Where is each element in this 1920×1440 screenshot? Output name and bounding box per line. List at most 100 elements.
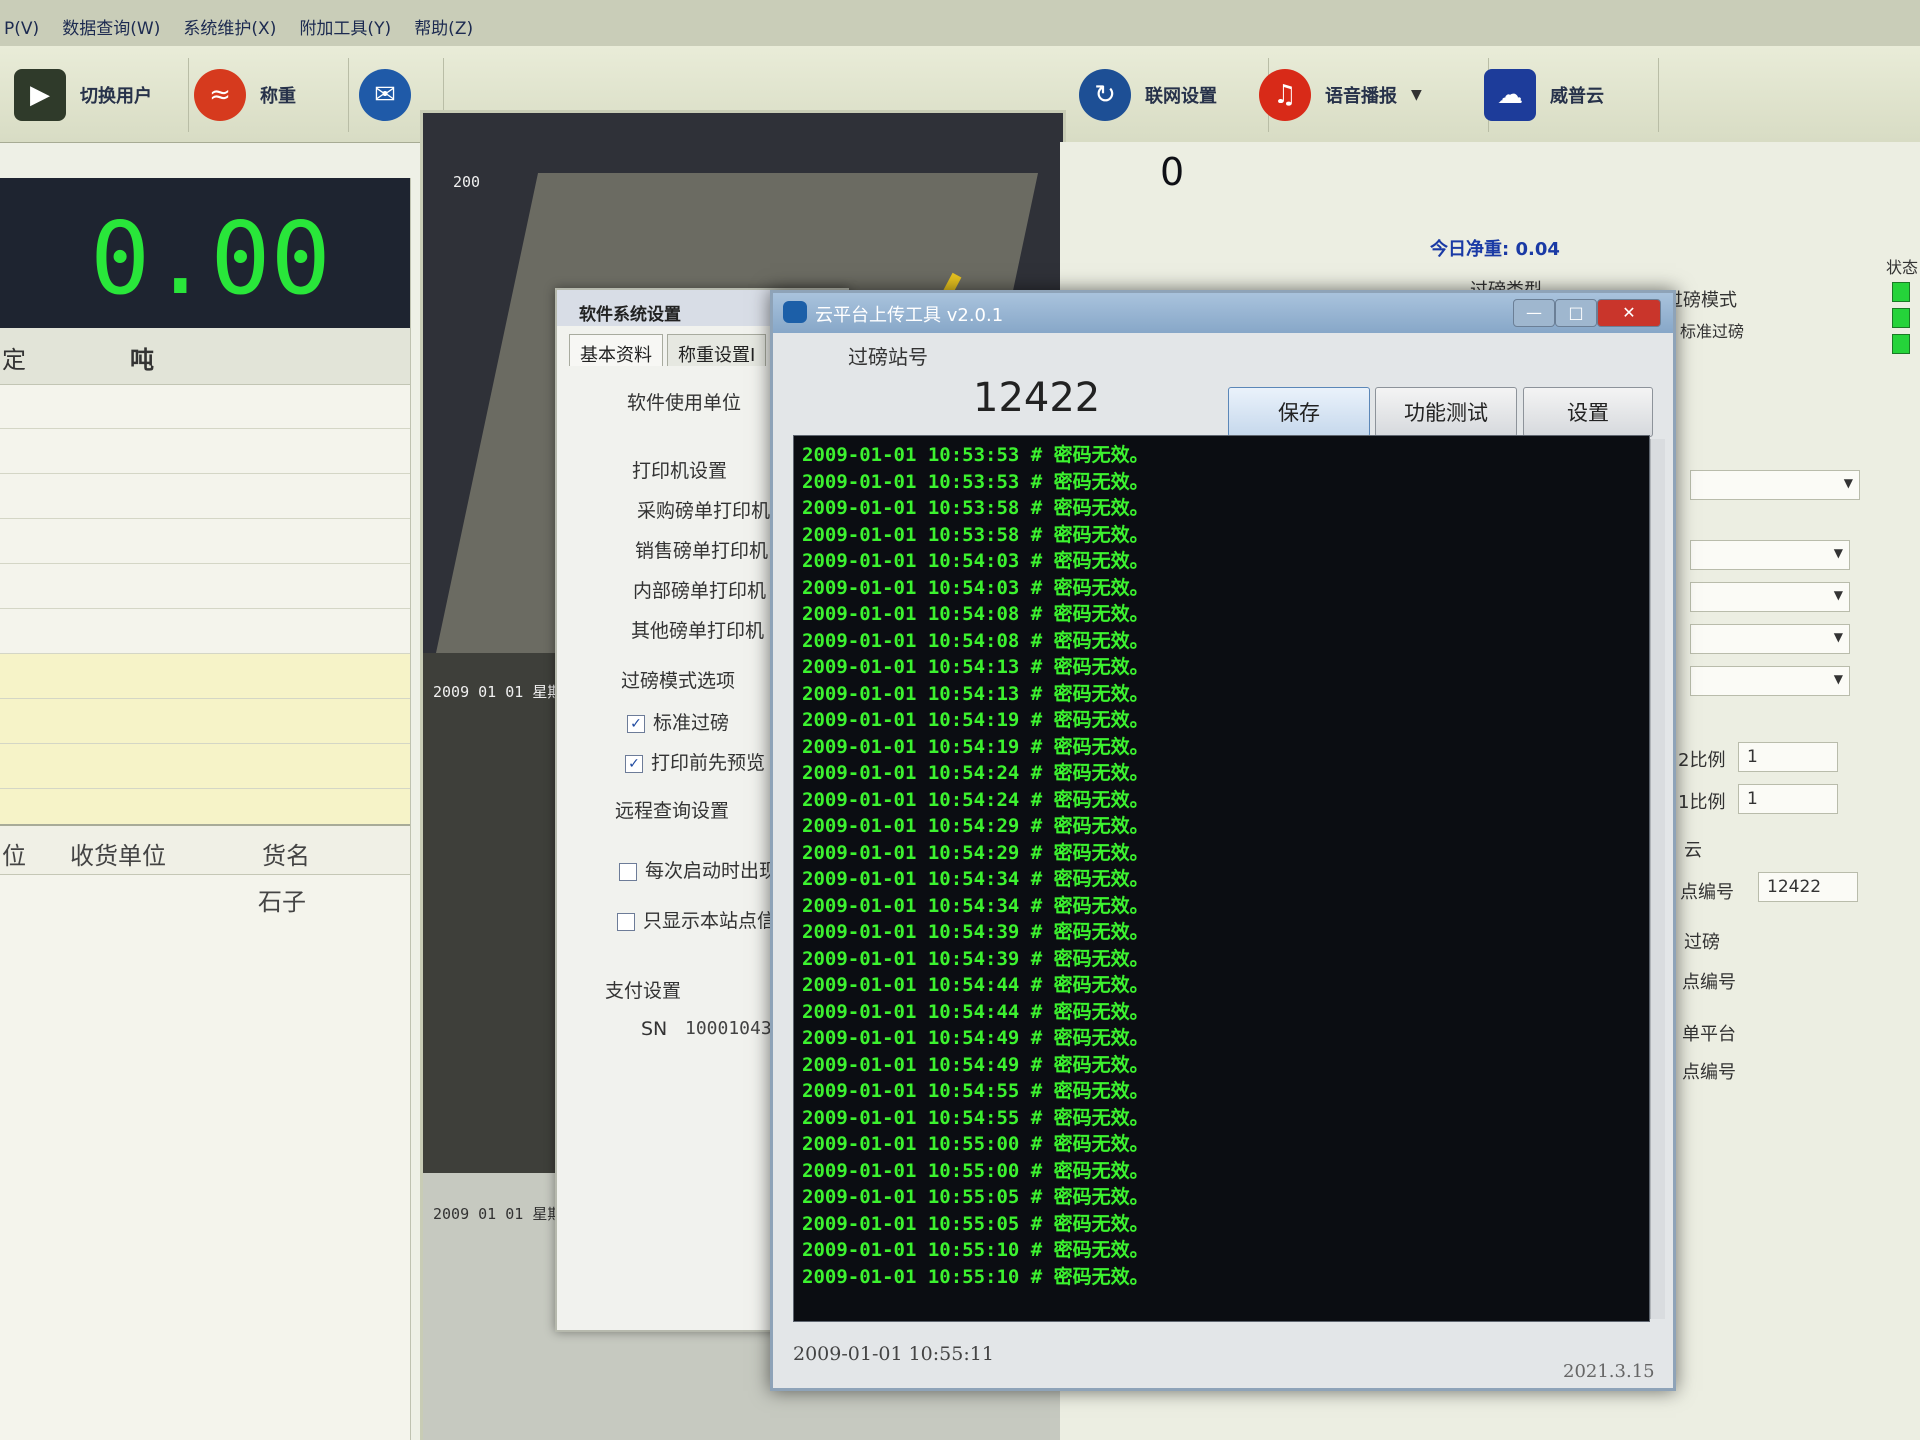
log-line: 2009-01-01 10:55:05 # 密码无效。	[802, 1186, 1149, 1208]
weigh-label: 称重	[260, 86, 296, 107]
chevron-down-icon: ▼	[1833, 672, 1843, 686]
menu-item-maintenance[interactable]: 系统维护(X)	[183, 14, 276, 39]
only-this-station-checkbox[interactable]: 只显示本站点信	[617, 906, 776, 933]
desktop-screen: P(V) 数据查询(W) 系统维护(X) 附加工具(Y) 帮助(Z) ▶ 切换用…	[0, 0, 1920, 1440]
table-cell-goods[interactable]: 石子	[258, 882, 306, 917]
network-settings-label: 联网设置	[1145, 86, 1217, 107]
log-line: 2009-01-01 10:54:13 # 密码无效。	[802, 682, 1149, 705]
minimize-button[interactable]: —	[1513, 299, 1555, 327]
log-line: 2009-01-01 10:53:58 # 密码无效。	[802, 497, 1149, 519]
upload-log: 2009-01-01 10:53:53 # 密码无效。 2009-01-01 10…	[793, 435, 1650, 1322]
cloud-upload-window: 云平台上传工具 v2.0.1 — □ ✕ 过磅站号 12422 保存 功能测试 …	[770, 290, 1676, 1391]
unit-setting-label: 软件使用单位	[627, 392, 742, 414]
chevron-down-icon: ▼	[1833, 546, 1843, 560]
log-line: 2009-01-01 10:54:49 # 密码无效。	[802, 1027, 1149, 1049]
checkbox-checked-icon: ✓	[627, 714, 645, 733]
log-line: 2009-01-01 10:55:10 # 密码无效。	[802, 1265, 1149, 1288]
col-header-goods[interactable]: 货名	[262, 836, 310, 871]
show-on-start-checkbox[interactable]: 每次启动时出现	[619, 856, 778, 883]
network-settings-button[interactable]: ↻ 联网设置	[1065, 58, 1269, 132]
left-panel: 0.00 定 吨 位 收货单位 货名 石子	[0, 178, 411, 1440]
switch-user-label: 切换用户	[80, 86, 152, 107]
checkbox-icon	[617, 912, 635, 931]
log-line: 2009-01-01 10:54:39 # 密码无效。	[802, 947, 1149, 970]
log-line: 2009-01-01 10:55:00 # 密码无效。	[802, 1159, 1149, 1182]
right-big-value: 0	[1160, 150, 1185, 194]
speaker-icon: ♫	[1259, 69, 1311, 121]
col-header-unit[interactable]: 位	[2, 836, 26, 871]
dropdown-4[interactable]: ▼	[1690, 624, 1850, 654]
print-preview-checkbox[interactable]: ✓ 打印前先预览	[625, 748, 765, 775]
point-no-label-2: 点编号	[1682, 1062, 1736, 1083]
save-button[interactable]: 保存	[1228, 387, 1370, 437]
status-label: 状态	[1886, 258, 1919, 277]
station-value[interactable]: 12422	[973, 375, 1100, 421]
log-line: 2009-01-01 10:53:53 # 密码无效。	[802, 444, 1149, 466]
dropdown-3[interactable]: ▼	[1690, 582, 1850, 612]
maximize-button[interactable]: □	[1555, 299, 1597, 327]
weigh-icon: ≈	[194, 69, 246, 121]
checkbox-checked-icon: ✓	[625, 754, 643, 773]
standard-weigh-radio[interactable]: 标准过磅	[1680, 318, 1744, 342]
ratio1-label: 1比例	[1678, 792, 1726, 813]
weigh-button[interactable]: ≈ 称重	[180, 58, 349, 132]
sn-value[interactable]: 10001043C	[685, 1018, 783, 1039]
col-header-receiver[interactable]: 收货单位	[70, 836, 166, 871]
weigh-section-label: 过磅	[1684, 932, 1720, 953]
menu-item-query[interactable]: 数据查询(W)	[62, 14, 160, 39]
status-led-1	[1892, 282, 1910, 302]
weight-display: 0.00	[0, 178, 410, 328]
log-line: 2009-01-01 10:54:55 # 密码无效。	[802, 1106, 1149, 1129]
log-line: 2009-01-01 10:53:53 # 密码无效。	[802, 470, 1149, 493]
tab-basic[interactable]: 基本资料	[569, 334, 663, 366]
tab-weigh[interactable]: 称重设置I	[667, 334, 767, 366]
cloud-window-title: 云平台上传工具 v2.0.1	[815, 305, 1004, 326]
menu-item-help[interactable]: 帮助(Z)	[414, 14, 473, 39]
dropdown-2[interactable]: ▼	[1690, 540, 1850, 570]
cloud-section-label: 云	[1684, 840, 1702, 861]
menu-item-tools[interactable]: 附加工具(Y)	[299, 14, 391, 39]
log-scrollbar[interactable]	[1650, 439, 1665, 1319]
station-no-input[interactable]: 12422	[1758, 872, 1858, 902]
print-preview-label: 打印前先预览	[651, 752, 766, 774]
cloud-button[interactable]: ☁ 威普云	[1470, 58, 1659, 132]
status-led-2	[1892, 308, 1910, 328]
standard-weigh-checkbox[interactable]: ✓ 标准过磅	[627, 708, 729, 735]
show-on-start-label: 每次启动时出现	[645, 860, 779, 882]
cloud-label: 威普云	[1550, 86, 1604, 107]
log-line: 2009-01-01 10:54:55 # 密码无效。	[802, 1080, 1149, 1102]
log-line: 2009-01-01 10:54:44 # 密码无效。	[802, 974, 1149, 996]
chevron-down-icon[interactable]: ▼	[1411, 87, 1422, 103]
printer-settings-label: 打印机设置	[632, 460, 728, 482]
voice-broadcast-button[interactable]: ♫ 语音播报 ▼	[1245, 58, 1489, 132]
log-line: 2009-01-01 10:54:19 # 密码无效。	[802, 735, 1149, 758]
cloud-window-titlebar[interactable]: 云平台上传工具 v2.0.1 — □ ✕	[773, 293, 1673, 333]
sn-label: SN	[641, 1018, 668, 1040]
chevron-down-icon: ▼	[1833, 630, 1843, 644]
chevron-down-icon: ▼	[1833, 588, 1843, 602]
log-line: 2009-01-01 10:55:00 # 密码无效。	[802, 1133, 1149, 1155]
dropdown-5[interactable]: ▼	[1690, 666, 1850, 696]
purchase-printer-label: 采购磅单打印机	[637, 500, 771, 522]
menu-item-view[interactable]: P(V)	[4, 19, 39, 39]
cloud-app-icon	[783, 301, 807, 323]
log-line: 2009-01-01 10:54:08 # 密码无效。	[802, 629, 1149, 652]
dropdown-1[interactable]: ▼	[1690, 470, 1860, 500]
settings-button[interactable]: 设置	[1523, 387, 1653, 437]
log-line: 2009-01-01 10:54:08 # 密码无效。	[802, 603, 1149, 625]
camera-timestamp-top: 200	[453, 173, 481, 191]
camera-timestamp-mid: 2009 01 01 星期	[433, 683, 563, 701]
function-test-button[interactable]: 功能测试	[1375, 387, 1517, 437]
checkbox-icon	[619, 862, 637, 881]
ratio1-input[interactable]: 1	[1738, 784, 1838, 814]
log-line: 2009-01-01 10:54:24 # 密码无效。	[802, 762, 1149, 784]
close-button[interactable]: ✕	[1597, 299, 1661, 327]
log-line: 2009-01-01 10:54:34 # 密码无效。	[802, 868, 1149, 890]
switch-user-button[interactable]: ▶ 切换用户	[0, 58, 189, 132]
point-no-label: 点编号	[1682, 972, 1736, 993]
log-line: 2009-01-01 10:55:05 # 密码无效。	[802, 1212, 1149, 1235]
log-line: 2009-01-01 10:54:24 # 密码无效。	[802, 788, 1149, 811]
ratio2-input[interactable]: 1	[1738, 742, 1838, 772]
log-line: 2009-01-01 10:54:49 # 密码无效。	[802, 1053, 1149, 1076]
info-grid	[0, 384, 410, 854]
